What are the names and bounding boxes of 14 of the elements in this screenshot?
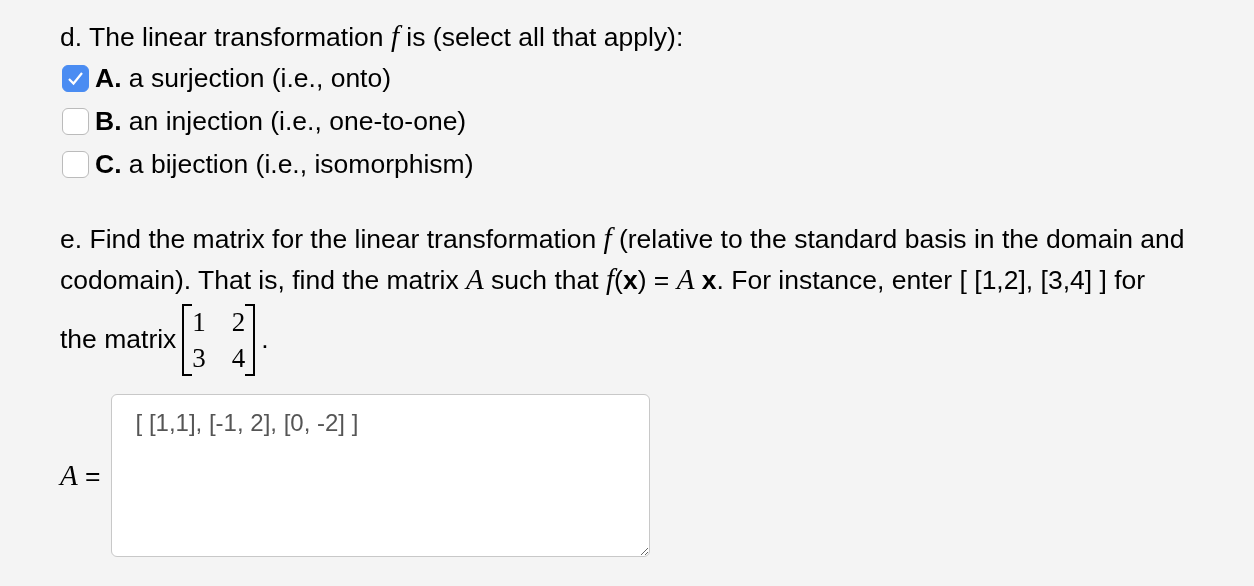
- answer-field[interactable]: [ [1,1], [-1, 2], [0, -2] ]: [110, 394, 650, 557]
- option-label[interactable]: A. a surjection (i.e., onto): [95, 58, 392, 99]
- matrix-drawing: 1 2 3 4: [182, 304, 256, 376]
- checkbox[interactable]: [62, 151, 89, 178]
- option-label[interactable]: B. an injection (i.e., one-to-one): [95, 101, 467, 142]
- checkbox[interactable]: [62, 65, 89, 92]
- matrix-intro: the matrix: [60, 323, 177, 357]
- checkbox[interactable]: [62, 108, 89, 135]
- option-label[interactable]: C. a bijection (i.e., isomorphism): [95, 144, 474, 185]
- check-icon: [67, 71, 84, 86]
- question-text: e. Find the matrix for the linear transformation f (relative to the standard basis in the domain and codomain). That is, find the matrix A such that f(x) = A x. For instance, enter [ [1,2], [3,4] ] for: [60, 221, 1186, 297]
- period: .: [261, 323, 269, 357]
- answer-label: A =: [60, 457, 101, 493]
- question-text: d. The linear transformation f is (select all that apply):: [60, 19, 685, 54]
